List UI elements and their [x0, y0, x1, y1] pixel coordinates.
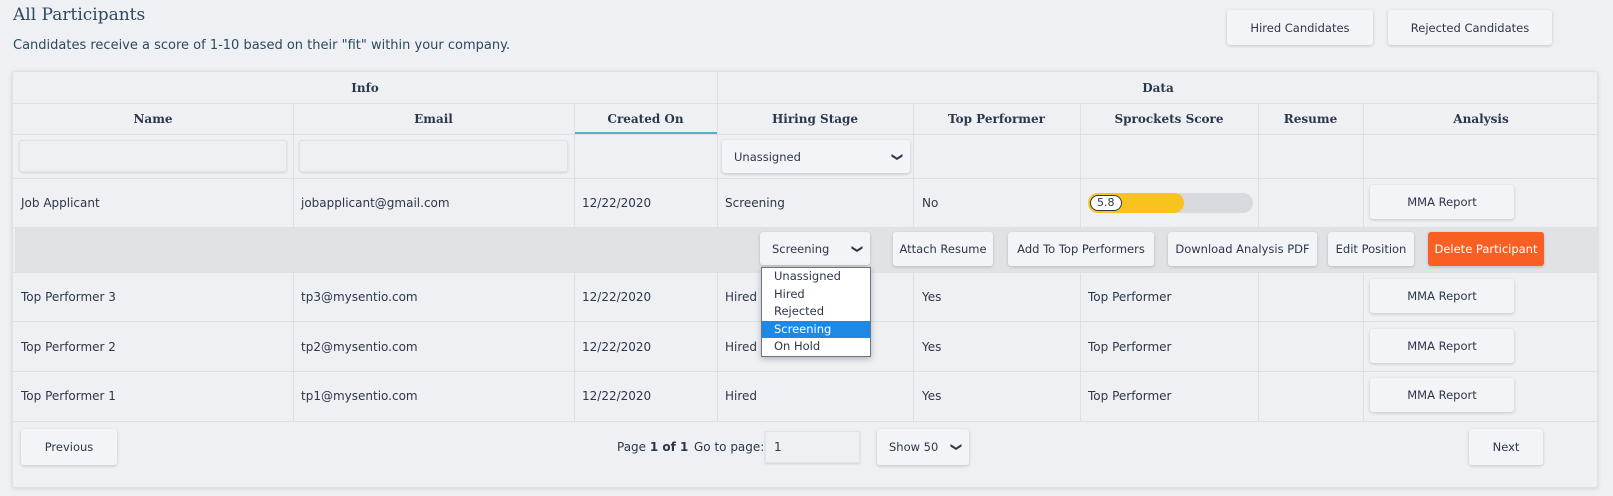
row-1-email: jobapplicant@gmail.com	[301, 196, 450, 210]
score-value: 5.8	[1090, 195, 1122, 211]
stage-option-on-hold[interactable]: On Hold	[762, 338, 870, 356]
stage-option-rejected[interactable]: Rejected	[762, 303, 870, 321]
chevron-down-icon: ❯	[949, 442, 963, 452]
row-2-email: tp3@mysentio.com	[301, 290, 418, 304]
page-size-value: Show 50	[889, 440, 939, 454]
col-header-name[interactable]: Name	[13, 112, 293, 126]
group-header-data: Data	[1142, 81, 1174, 95]
page-current: 1 of 1	[649, 440, 689, 454]
add-to-top-performers-button[interactable]: Add To Top Performers	[1008, 232, 1154, 266]
goto-page-input[interactable]: 1	[765, 431, 860, 463]
edit-position-button[interactable]: Edit Position	[1328, 232, 1414, 266]
col-header-sprockets-score[interactable]: Sprockets Score	[1080, 112, 1258, 126]
row-1-name: Job Applicant	[21, 196, 100, 210]
row-3-top-performer: Yes	[922, 340, 942, 354]
chevron-down-icon: ❯	[890, 151, 904, 162]
sort-indicator	[575, 132, 717, 134]
email-filter-input[interactable]	[299, 140, 568, 172]
col-header-hiring-stage[interactable]: Hiring Stage	[717, 112, 913, 126]
hired-candidates-button[interactable]: Hired Candidates	[1227, 10, 1373, 45]
row-1-stage: Screening	[725, 196, 785, 210]
stage-select-value: Screening	[772, 241, 830, 256]
row-4-name: Top Performer 1	[21, 389, 116, 403]
delete-participant-button[interactable]: Delete Participant	[1428, 232, 1544, 266]
col-header-resume[interactable]: Resume	[1258, 112, 1363, 126]
previous-page-button[interactable]: Previous	[21, 429, 117, 465]
chevron-down-icon: ❯	[850, 243, 864, 254]
mma-report-button[interactable]: MMA Report	[1370, 279, 1514, 313]
row-2-created: 12/22/2020	[582, 290, 652, 304]
hiring-stage-filter-select[interactable]: Unassigned ❯	[722, 140, 910, 173]
col-header-created-on[interactable]: Created On	[574, 112, 717, 126]
row-2-stage: Hired	[725, 290, 758, 304]
page-prefix: Page	[617, 440, 650, 454]
score-bar: 5.8	[1088, 193, 1253, 213]
next-page-button[interactable]: Next	[1469, 429, 1543, 465]
stage-select[interactable]: Screening ❯	[760, 232, 870, 265]
row-1-created: 12/22/2020	[582, 196, 652, 210]
row-3-score: Top Performer	[1088, 340, 1172, 354]
row-3-stage: Hired	[725, 340, 758, 354]
stage-option-unassigned[interactable]: Unassigned	[762, 268, 870, 286]
row-2-top-performer: Yes	[922, 290, 942, 304]
name-filter-input[interactable]	[19, 140, 287, 172]
col-header-top-performer[interactable]: Top Performer	[913, 112, 1080, 126]
page-size-select[interactable]: Show 50 ❯	[877, 429, 969, 465]
download-analysis-pdf-button[interactable]: Download Analysis PDF	[1168, 232, 1317, 266]
mma-report-button[interactable]: MMA Report	[1370, 378, 1514, 412]
col-header-email[interactable]: Email	[293, 112, 574, 126]
row-4-email: tp1@mysentio.com	[301, 389, 418, 403]
group-header-info: Info	[351, 81, 379, 95]
row-3-name: Top Performer 2	[21, 340, 116, 354]
stage-option-hired[interactable]: Hired	[762, 286, 870, 304]
row-3-email: tp2@mysentio.com	[301, 340, 418, 354]
participants-table: Info Data Name Email Created On Hiring S…	[12, 71, 1598, 488]
row-2-name: Top Performer 3	[21, 290, 116, 304]
attach-resume-button[interactable]: Attach Resume	[893, 232, 993, 266]
row-2-score: Top Performer	[1088, 290, 1172, 304]
page-subtitle: Candidates receive a score of 1-10 based…	[13, 38, 511, 53]
row-4-stage: Hired	[725, 389, 758, 403]
row-4-top-performer: Yes	[922, 389, 942, 403]
mma-report-button[interactable]: MMA Report	[1370, 329, 1514, 363]
goto-page-label: Go to page:	[694, 440, 765, 454]
row-4-created: 12/22/2020	[582, 389, 652, 403]
page-title: All Participants	[13, 5, 146, 25]
stage-option-screening[interactable]: Screening	[762, 320, 870, 338]
page-indicator: Page 1 of 1	[617, 440, 688, 454]
hiring-stage-filter-value: Unassigned	[734, 149, 801, 164]
row-4-score: Top Performer	[1088, 389, 1172, 403]
rejected-candidates-button[interactable]: Rejected Candidates	[1388, 10, 1552, 45]
row-1-top-performer: No	[922, 196, 939, 210]
col-header-analysis[interactable]: Analysis	[1363, 112, 1599, 126]
row-3-created: 12/22/2020	[582, 340, 652, 354]
mma-report-button[interactable]: MMA Report	[1370, 185, 1514, 219]
stage-dropdown-list: Unassigned Hired Rejected Screening On H…	[761, 267, 871, 357]
